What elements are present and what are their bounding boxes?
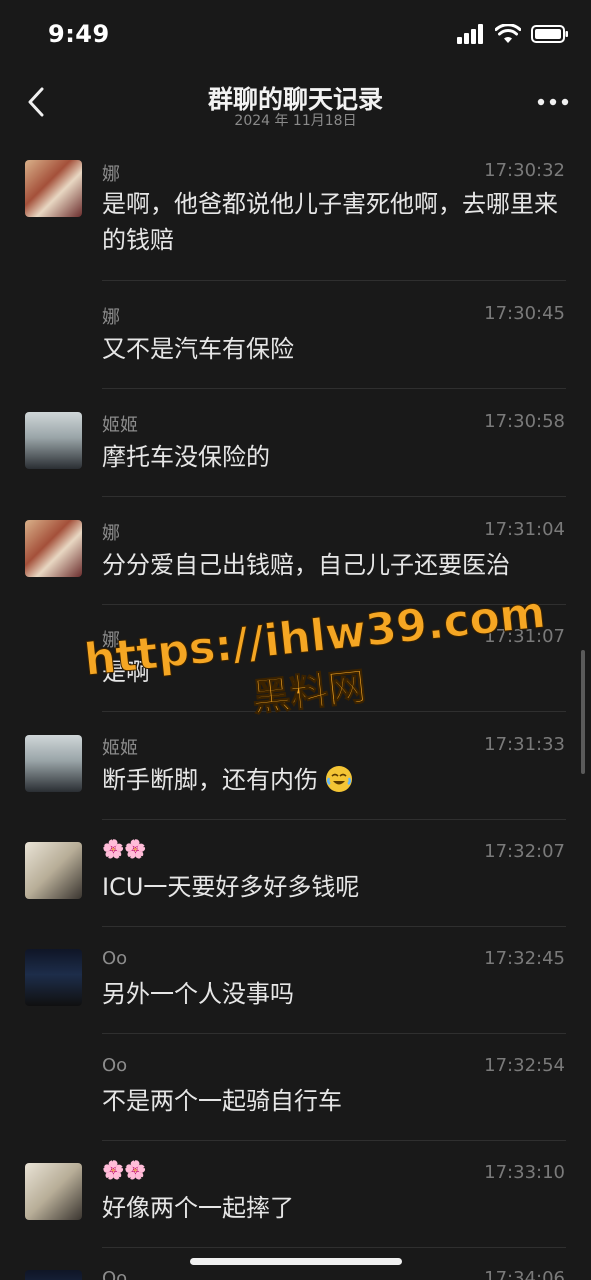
message-text: 是啊，他爸都说他儿子害死他啊，去哪里来的钱赔 bbox=[102, 190, 558, 254]
message-time: 17:30:58 bbox=[484, 411, 565, 432]
avatar[interactable] bbox=[25, 520, 82, 577]
sender-name: 姬姬 bbox=[102, 415, 138, 436]
message-item[interactable]: 娜 17:31:04 分分爱自己出钱赔，自己儿子还要医治 bbox=[0, 497, 591, 605]
sender-name: 娜 bbox=[102, 523, 120, 544]
message-item[interactable]: Oo 17:32:45 另外一个人没事吗 bbox=[0, 926, 591, 1034]
avatar[interactable] bbox=[25, 842, 82, 899]
message-time: 17:32:54 bbox=[484, 1055, 565, 1076]
wifi-icon bbox=[495, 24, 521, 43]
message-list[interactable]: 娜 17:30:32 是啊，他爸都说他儿子害死他啊，去哪里来的钱赔 娜 17:3… bbox=[0, 136, 591, 1280]
message-time: 17:32:45 bbox=[484, 948, 565, 969]
crying-laughing-face-icon bbox=[325, 766, 352, 792]
avatar[interactable] bbox=[25, 1270, 82, 1280]
message-item[interactable]: 🌸🌸 17:33:10 好像两个一起摔了 bbox=[0, 1140, 591, 1248]
message-time: 17:33:10 bbox=[484, 1162, 565, 1183]
message-text: 是啊 bbox=[102, 658, 150, 686]
sender-name: 🌸🌸 bbox=[102, 1160, 147, 1181]
status-time: 9:49 bbox=[48, 20, 110, 48]
home-indicator bbox=[190, 1258, 402, 1265]
message-item[interactable]: 娜 17:30:32 是啊，他爸都说他儿子害死他啊，去哪里来的钱赔 bbox=[0, 136, 591, 281]
message-text: 分分爱自己出钱赔，自己儿子还要医治 bbox=[102, 551, 510, 579]
cellular-signal-icon bbox=[457, 24, 483, 44]
message-item[interactable]: 姬姬 17:30:58 摩托车没保险的 bbox=[0, 389, 591, 497]
message-item[interactable]: 🌸🌸 17:32:07 ICU一天要好多好多钱呢 bbox=[0, 819, 591, 927]
message-text: 不是两个一起骑自行车 bbox=[102, 1087, 342, 1115]
avatar[interactable] bbox=[25, 949, 82, 1006]
avatar[interactable] bbox=[25, 1163, 82, 1220]
message-text: ICU一天要好多好多钱呢 bbox=[102, 873, 360, 901]
avatar[interactable] bbox=[25, 160, 82, 217]
message-time: 17:30:32 bbox=[484, 160, 565, 181]
battery-icon bbox=[531, 25, 568, 43]
message-time: 17:32:07 bbox=[484, 841, 565, 862]
scrollbar[interactable] bbox=[581, 650, 585, 774]
message-time: 17:30:45 bbox=[484, 303, 565, 324]
sender-name: 娜 bbox=[102, 307, 120, 328]
message-item[interactable]: Oo 17:32:54 不是两个一起骑自行车 bbox=[0, 1033, 591, 1141]
message-text-row: 断手断脚，还有内伤 bbox=[102, 762, 572, 798]
sender-name: 娜 bbox=[102, 630, 120, 651]
sender-name: 姬姬 bbox=[102, 738, 138, 759]
status-bar: 9:49 bbox=[0, 0, 591, 70]
message-time: 17:31:33 bbox=[484, 734, 565, 755]
sender-name: 🌸🌸 bbox=[102, 839, 147, 860]
status-icons bbox=[457, 24, 569, 44]
sender-name: Oo bbox=[102, 1055, 128, 1076]
message-text: 断手断脚，还有内伤 bbox=[102, 766, 318, 794]
message-item[interactable]: 娜 17:31:07 是啊 bbox=[0, 604, 591, 712]
message-text: 摩托车没保险的 bbox=[102, 443, 270, 471]
more-dots-icon bbox=[537, 98, 569, 106]
message-time: 17:31:04 bbox=[484, 519, 565, 540]
message-text: 另外一个人没事吗 bbox=[102, 980, 294, 1008]
avatar[interactable] bbox=[25, 735, 82, 792]
avatar[interactable] bbox=[25, 412, 82, 469]
message-item[interactable]: 娜 17:30:45 又不是汽车有保险 bbox=[0, 281, 591, 389]
more-button[interactable] bbox=[533, 84, 573, 120]
message-time: 17:34:06 bbox=[484, 1268, 565, 1280]
message-text: 好像两个一起摔了 bbox=[102, 1194, 294, 1222]
message-time: 17:31:07 bbox=[484, 626, 565, 647]
sender-name: Oo bbox=[102, 1268, 128, 1280]
sender-name: 娜 bbox=[102, 164, 120, 185]
page-subtitle: 2024 年 11月18日 bbox=[234, 113, 357, 129]
message-text: 又不是汽车有保险 bbox=[102, 335, 294, 363]
nav-bar: 群聊的聊天记录 2024 年 11月18日 bbox=[0, 70, 591, 136]
message-item[interactable]: 姬姬 17:31:33 断手断脚，还有内伤 bbox=[0, 712, 591, 820]
sender-name: Oo bbox=[102, 948, 128, 969]
